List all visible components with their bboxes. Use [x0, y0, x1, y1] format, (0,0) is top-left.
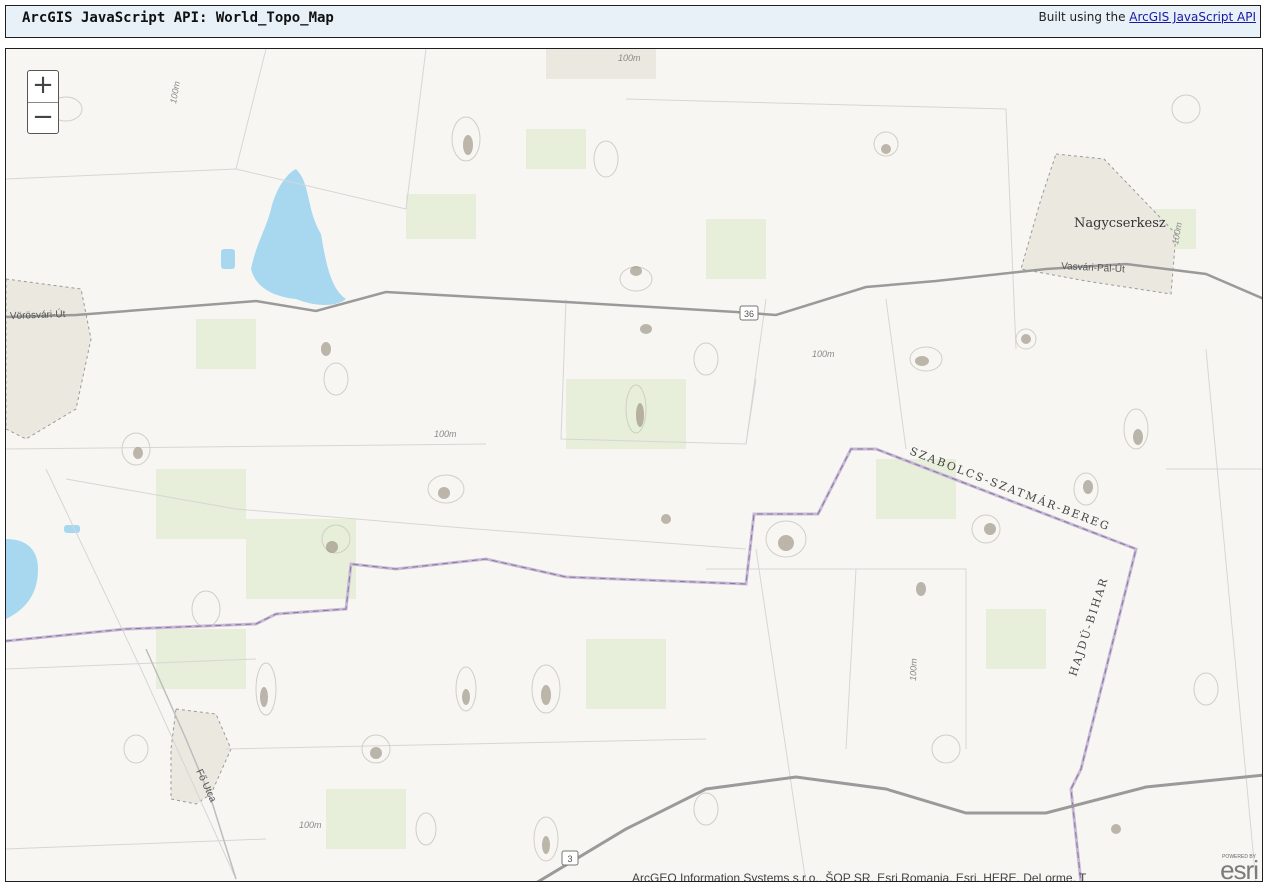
- page-title: ArcGIS JavaScript API: World_Topo_Map: [22, 10, 334, 26]
- pond: [221, 249, 235, 269]
- route-shield-3: 3: [561, 850, 579, 866]
- esri-logo[interactable]: POWERED BY esri: [1208, 852, 1259, 882]
- lake: [6, 539, 38, 619]
- contour-label: 100m: [908, 658, 919, 681]
- built-using-text: Built using the ArcGIS JavaScript API: [1039, 10, 1256, 24]
- built-using-prefix: Built using the: [1038, 10, 1130, 24]
- svg-text:36: 36: [744, 309, 754, 319]
- zoom-control: + −: [27, 70, 59, 134]
- settlement-area: [6, 278, 92, 440]
- settlement-area: [170, 708, 232, 805]
- esri-logo-text: esri: [1220, 855, 1259, 882]
- map-container[interactable]: 36 3 Nagycserkesz Vasvári-Pál-Út Vörösvá…: [5, 48, 1263, 882]
- map-attribution: ArcGEO Information Systems s.r.o., ŠOP S…: [632, 871, 1087, 882]
- road-3: [536, 773, 1262, 881]
- route-shield-36: 36: [739, 305, 759, 321]
- contour-label: 100m: [812, 349, 835, 359]
- pond: [64, 525, 80, 533]
- contour-label: 100m: [168, 80, 182, 104]
- contour-label: 100m: [299, 820, 322, 830]
- lake: [251, 169, 346, 305]
- page-header: ArcGIS JavaScript API: World_Topo_Map Bu…: [5, 5, 1261, 38]
- zoom-in-button[interactable]: +: [28, 71, 58, 102]
- contour-label: 100m: [434, 429, 457, 439]
- zoom-out-button[interactable]: −: [28, 102, 58, 134]
- contour-label: 100m: [618, 53, 641, 63]
- basemap[interactable]: 36 3 Nagycserkesz Vasvári-Pál-Út Vörösvá…: [6, 49, 1263, 882]
- region-label: HAJDÚ-BIHAR: [1066, 575, 1111, 678]
- town-label: Nagycserkesz: [1074, 216, 1166, 231]
- arcgis-api-link[interactable]: ArcGIS JavaScript API: [1129, 10, 1256, 24]
- svg-text:3: 3: [567, 854, 572, 864]
